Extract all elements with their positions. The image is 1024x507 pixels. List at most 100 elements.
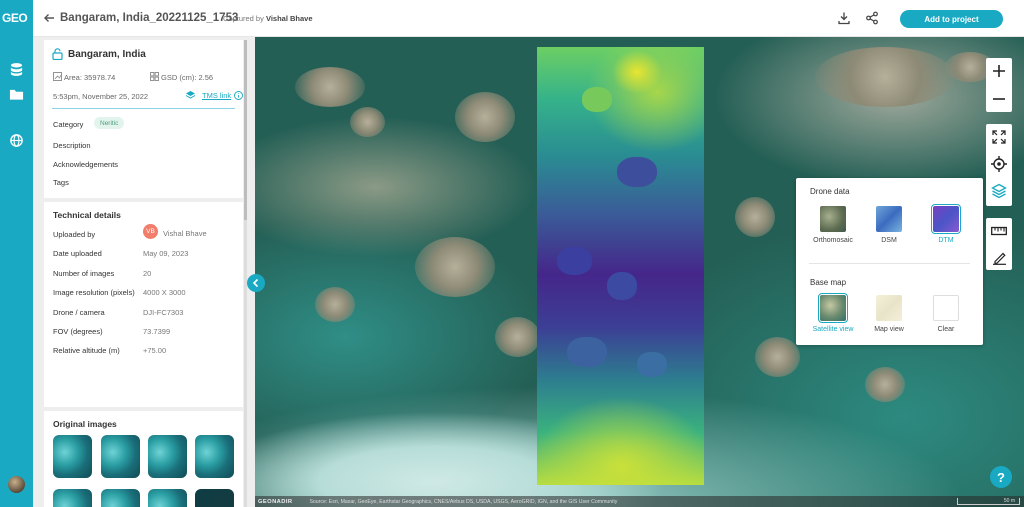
folder-icon[interactable]	[9, 87, 24, 102]
plus-icon	[993, 65, 1005, 77]
area-icon	[53, 72, 62, 81]
zoom-out-button[interactable]	[986, 86, 1012, 112]
basemap-option-clear[interactable]: Clear	[923, 295, 969, 333]
captured-prefix: Captured by	[223, 14, 264, 23]
top-bar: Bangaram, India_20221125_1753 Captured b…	[33, 0, 1024, 37]
original-images-heading: Original images	[53, 419, 117, 429]
tech-row-label: Number of images	[53, 269, 115, 278]
layer-option-label: DTM	[938, 237, 954, 244]
technical-heading: Technical details	[53, 210, 121, 220]
user-avatar[interactable]	[8, 476, 25, 493]
raster-spot	[582, 87, 612, 112]
base-map-heading: Base map	[810, 278, 847, 287]
annotate-button[interactable]	[986, 244, 1012, 270]
description-label: Description	[53, 141, 91, 150]
tech-row-value: DJI-FC7303	[143, 308, 184, 317]
clear-thumb	[933, 295, 959, 321]
back-arrow-icon[interactable]	[43, 12, 55, 24]
map-thumb	[876, 295, 902, 321]
reef-patch	[865, 367, 905, 402]
tool-controls	[986, 218, 1012, 270]
original-image-thumb[interactable]	[53, 435, 92, 478]
reef-patch	[815, 47, 955, 107]
original-image-thumb[interactable]	[53, 489, 92, 507]
tech-row-value: May 09, 2023	[143, 249, 189, 258]
layer-option-orthomosaic[interactable]: Orthomosaic	[810, 206, 856, 244]
category-pill[interactable]: Neritic	[94, 117, 125, 129]
raster-spot	[557, 247, 592, 275]
tags-label: Tags	[53, 178, 69, 187]
layer-option-dsm[interactable]: DSM	[866, 206, 912, 244]
basemap-option-map[interactable]: Map view	[866, 295, 912, 333]
uploader-name[interactable]: Vishal Bhave	[163, 229, 207, 238]
tech-row-value: +75.00	[143, 346, 167, 355]
captured-by: Captured by Vishal Bhave	[223, 14, 313, 23]
area-value: Area: 35978.74	[64, 73, 116, 82]
capture-datetime: 5:53pm, November 25, 2022	[53, 92, 149, 101]
collapse-panel-button[interactable]	[247, 274, 265, 292]
layer-option-dtm[interactable]: DTM	[923, 204, 969, 244]
popup-divider	[809, 263, 970, 264]
dtm-thumb	[931, 204, 961, 234]
raster-spot	[567, 337, 607, 367]
info-icon[interactable]	[234, 91, 243, 100]
satellite-thumb	[818, 293, 848, 323]
tech-row-value: 20	[143, 269, 152, 278]
layers-button[interactable]	[986, 178, 1012, 204]
original-image-thumb[interactable]	[148, 435, 187, 478]
technical-details-card: Technical details Uploaded by VB Vishal …	[44, 202, 243, 407]
basemap-option-label: Map view	[874, 326, 904, 333]
measure-button[interactable]	[986, 218, 1012, 244]
orthomosaic-thumb	[820, 206, 846, 232]
app-logo[interactable]: GEO	[2, 11, 32, 27]
uploader-avatar: VB	[143, 224, 158, 239]
dtm-raster-overlay	[537, 47, 704, 485]
reef-patch	[455, 92, 515, 142]
reef-patch	[295, 67, 365, 107]
original-image-thumb[interactable]	[101, 489, 140, 507]
basemap-option-label: Satellite view	[812, 326, 854, 333]
gsd-value: GSD (cm): 2.56	[161, 73, 214, 82]
original-image-thumb[interactable]	[148, 489, 187, 507]
locate-button[interactable]	[986, 151, 1012, 177]
basemap-option-satellite[interactable]: Satellite view	[810, 293, 856, 333]
original-image-thumb[interactable]	[101, 435, 140, 478]
original-image-thumb[interactable]	[195, 435, 234, 478]
original-images-card: Original images + 13	[44, 411, 243, 507]
share-icon[interactable]	[865, 11, 879, 25]
tms-link[interactable]: TMS link	[202, 91, 231, 100]
map-scale-bar: 50 m	[957, 498, 1020, 505]
tech-row-value: 73.7399	[143, 327, 171, 336]
details-panel: Bangaram, India Area: 35978.74 GSD (cm):…	[33, 37, 255, 507]
tech-row-label: FOV (degrees)	[53, 327, 103, 336]
zoom-in-button[interactable]	[986, 58, 1012, 84]
acknowledgements-label: Acknowledgements	[53, 160, 119, 169]
crosshair-icon	[991, 156, 1007, 172]
attribution-logo: GEONADIR	[258, 498, 293, 505]
download-icon[interactable]	[837, 11, 851, 25]
location-title: Bangaram, India	[68, 49, 146, 60]
tech-row-label: Image resolution (pixels)	[53, 288, 135, 297]
help-button[interactable]: ?	[990, 466, 1012, 488]
uploaded-by-label: Uploaded by	[53, 230, 96, 239]
panel-scrollbar-thumb[interactable]	[244, 40, 247, 220]
zoom-controls	[986, 58, 1012, 112]
expand-icon	[992, 130, 1006, 144]
chevron-left-icon	[252, 278, 259, 288]
reef-patch	[755, 337, 800, 377]
layer-selector-popup: Drone data Orthomosaic DSM DTM Base map …	[796, 178, 983, 345]
reef-patch	[315, 287, 355, 322]
captured-by-name[interactable]: Vishal Bhave	[266, 14, 313, 23]
database-icon[interactable]	[9, 62, 24, 77]
tech-row-label: Relative altitude (m)	[53, 346, 120, 355]
summary-card: Bangaram, India Area: 35978.74 GSD (cm):…	[44, 40, 243, 198]
pen-icon	[992, 252, 1006, 265]
raster-spot	[607, 272, 637, 300]
grid-icon	[150, 72, 159, 81]
more-images-button[interactable]: + 13	[195, 489, 234, 507]
raster-spot	[617, 157, 657, 187]
add-to-project-button[interactable]: Add to project	[900, 10, 1003, 28]
fullscreen-button[interactable]	[986, 124, 1012, 150]
basemap-option-label: Clear	[937, 326, 955, 333]
globe-icon[interactable]	[9, 133, 24, 148]
